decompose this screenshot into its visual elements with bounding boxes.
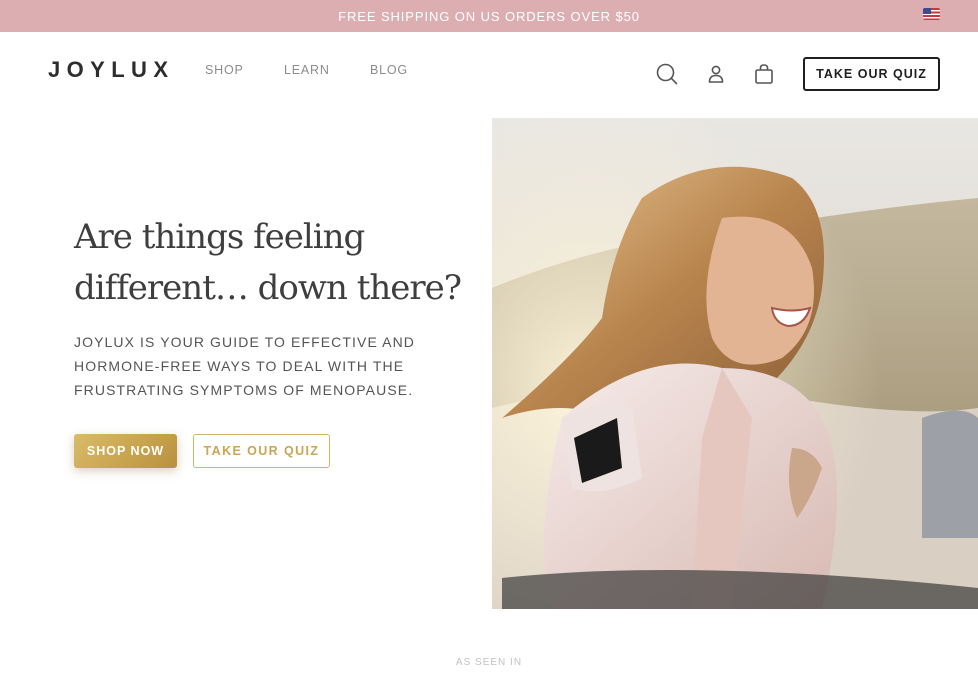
hero-photo — [492, 118, 978, 609]
headline-line: Are things feeling — [74, 217, 365, 257]
search-icon[interactable] — [655, 62, 679, 86]
account-icon[interactable] — [704, 62, 728, 86]
subtext-line: JOYLUX IS YOUR GUIDE TO EFFECTIVE AND — [74, 334, 415, 350]
subtext-line: HORMONE-FREE WAYS TO DEAL WITH THE — [74, 358, 405, 374]
hero-headline: Are things feeling different… down there… — [74, 212, 474, 314]
hero-subtext: JOYLUX IS YOUR GUIDE TO EFFECTIVE AND HO… — [74, 330, 474, 402]
announcement-bar: FREE SHIPPING ON US ORDERS OVER $50 — [0, 0, 978, 32]
as-seen-in-heading: AS SEEN IN — [455, 657, 523, 668]
hero-cta-row: SHOP NOW TAKE OUR QUIZ — [74, 434, 330, 468]
us-flag-icon[interactable] — [923, 8, 940, 20]
main-nav: SHOP LEARN BLOG — [205, 63, 408, 77]
nav-learn[interactable]: LEARN — [284, 63, 370, 77]
subtext-line: FRUSTRATING SYMPTOMS OF MENOPAUSE. — [74, 382, 414, 398]
hero-photo-illustration — [492, 118, 978, 609]
nav-blog[interactable]: BLOG — [370, 63, 408, 77]
headline-line: different… down there? — [74, 268, 462, 308]
hero-take-quiz-button[interactable]: TAKE OUR QUIZ — [193, 434, 330, 468]
logo[interactable]: JOYLUX — [48, 57, 174, 83]
hero-copy: Are things feeling different… down there… — [74, 212, 474, 402]
shop-now-button[interactable]: SHOP NOW — [74, 434, 177, 468]
take-quiz-button[interactable]: TAKE OUR QUIZ — [803, 57, 940, 91]
cart-icon[interactable] — [752, 62, 776, 86]
announcement-text: FREE SHIPPING ON US ORDERS OVER $50 — [338, 8, 640, 24]
nav-shop[interactable]: SHOP — [205, 63, 284, 77]
site-header: JOYLUX SHOP LEARN BLOG TAKE OUR QUIZ — [0, 32, 978, 118]
